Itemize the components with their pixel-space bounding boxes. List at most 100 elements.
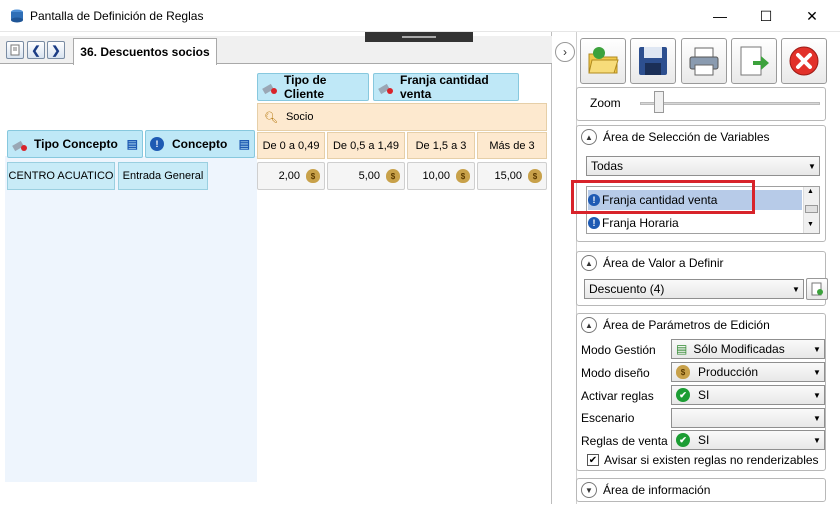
list-scrollbar[interactable]: ▲ ▼ xyxy=(803,187,819,233)
checkmark-icon: ✔ xyxy=(588,454,598,466)
close-screen-button[interactable] xyxy=(781,38,827,84)
escenario-select[interactable]: ▼ xyxy=(671,408,825,428)
tab-next-button[interactable]: ❯ xyxy=(47,41,65,59)
scroll-down-icon[interactable]: ▼ xyxy=(807,221,814,228)
money-bag-icon: $ xyxy=(456,169,470,183)
variable-icon xyxy=(262,79,278,95)
zoom-slider-track[interactable] xyxy=(640,102,820,105)
range-header[interactable]: De 1,5 a 3 xyxy=(407,132,475,159)
reglas-venta-select[interactable]: ✔ SI ▼ xyxy=(671,430,825,450)
variable-icon xyxy=(378,79,394,95)
row-cell-tipo-concepto[interactable]: CENTRO ACUATICO xyxy=(7,162,115,190)
range-header[interactable]: Más de 3 xyxy=(477,132,547,159)
document-list-icon xyxy=(10,44,20,56)
value-cell[interactable]: 15,00 $ xyxy=(477,162,547,190)
escenario-label: Escenario xyxy=(581,411,635,425)
new-document-icon xyxy=(811,282,823,296)
chevron-right-icon: › xyxy=(563,45,567,59)
column-header-tipo-cliente[interactable]: Tipo de Cliente xyxy=(257,73,369,101)
value-section-header[interactable]: ▲ Área de Valor a Definir xyxy=(577,252,825,274)
dropdown-arrow-icon: ▼ xyxy=(813,390,821,400)
avisar-checkbox[interactable]: ✔ xyxy=(587,454,599,466)
collapse-panel-button[interactable]: › xyxy=(555,42,575,62)
reglas-venta-label: Reglas de venta xyxy=(581,434,668,448)
chevron-down-icon: ▼ xyxy=(581,482,597,498)
range-header[interactable]: De 0,5 a 1,49 xyxy=(327,132,405,159)
window-title: Pantalla de Definición de Reglas xyxy=(30,9,204,23)
row-cell-concepto[interactable]: Entrada General xyxy=(118,162,208,190)
add-value-button[interactable] xyxy=(806,278,828,300)
scrollbar-thumb[interactable] xyxy=(805,205,818,213)
check-icon: ✔ xyxy=(676,388,690,402)
info-section-header[interactable]: ▼ Área de información xyxy=(577,479,825,501)
search-icon: 🔍︎ xyxy=(264,111,278,124)
open-folder-icon xyxy=(588,47,619,74)
value-cell[interactable]: 2,00 $ xyxy=(257,162,325,190)
row-header-area xyxy=(5,156,257,482)
money-bag-icon: $ xyxy=(528,169,542,183)
zoom-label: Zoom xyxy=(590,96,621,110)
row-header-concepto[interactable]: ! Concepto ▤ xyxy=(145,130,255,158)
list-item[interactable]: ! Franja Horaria xyxy=(588,213,802,233)
tab-list-button[interactable] xyxy=(6,41,24,59)
activar-reglas-label: Activar reglas xyxy=(581,389,654,403)
chevron-right-icon: ❯ xyxy=(51,44,61,57)
export-icon xyxy=(740,46,769,76)
tab-prev-button[interactable]: ❮ xyxy=(27,41,45,59)
books-icon: ▤ xyxy=(676,342,688,356)
info-section: ▼ Área de información xyxy=(576,478,826,502)
highlight-annotation xyxy=(571,180,755,214)
params-section-header[interactable]: ▲ Área de Parámetros de Edición xyxy=(577,314,825,336)
chevron-up-icon: ▲ xyxy=(581,255,597,271)
splitter-grip-lines xyxy=(402,36,436,38)
money-bag-icon: $ xyxy=(306,169,320,183)
app-icon xyxy=(9,8,25,24)
close-window-button[interactable]: ✕ xyxy=(789,0,835,32)
book-icon: ▤ xyxy=(126,137,138,151)
modo-diseno-select[interactable]: $ Producción ▼ xyxy=(671,362,825,382)
range-header[interactable]: De 0 a 0,49 xyxy=(257,132,325,159)
print-icon xyxy=(689,47,719,76)
zoom-slider-thumb[interactable] xyxy=(653,91,664,113)
open-button[interactable] xyxy=(580,38,626,84)
value-select[interactable]: Descuento (4) ▼ xyxy=(584,279,804,299)
activar-reglas-select[interactable]: ✔ SI ▼ xyxy=(671,385,825,405)
export-button[interactable] xyxy=(731,38,777,84)
info-icon: ! xyxy=(588,217,600,229)
info-icon: ! xyxy=(150,136,166,152)
variables-section-header[interactable]: ▲ Área de Selección de Variables xyxy=(577,126,825,148)
tab-descuentos-socios[interactable]: 36. Descuentos socios xyxy=(73,38,217,65)
modo-gestion-select[interactable]: ▤ Sólo Modificadas ▼ xyxy=(671,339,825,359)
value-cell[interactable]: 5,00 $ xyxy=(327,162,405,190)
dropdown-arrow-icon: ▼ xyxy=(792,284,800,294)
dropdown-arrow-icon: ▼ xyxy=(813,435,821,445)
minimize-button[interactable]: — xyxy=(697,0,743,32)
dropdown-arrow-icon: ▼ xyxy=(813,367,821,377)
variable-filter-select[interactable]: Todas ▼ xyxy=(586,156,820,176)
scroll-up-icon[interactable]: ▲ xyxy=(807,188,814,195)
money-bag-icon: $ xyxy=(386,169,400,183)
save-icon xyxy=(639,47,667,75)
chevron-up-icon: ▲ xyxy=(581,129,597,145)
maximize-button[interactable]: ☐ xyxy=(743,0,789,32)
value-cell[interactable]: 10,00 $ xyxy=(407,162,475,190)
modo-diseno-label: Modo diseño xyxy=(581,366,650,380)
money-bag-icon: $ xyxy=(676,365,690,379)
dropdown-arrow-icon: ▼ xyxy=(813,413,821,423)
check-icon: ✔ xyxy=(676,433,690,447)
chevron-up-icon: ▲ xyxy=(581,317,597,333)
row-header-tipo-concepto[interactable]: Tipo Concepto ▤ xyxy=(7,130,143,158)
avisar-checkbox-label: Avisar si existen reglas no renderizable… xyxy=(604,453,819,467)
close-icon xyxy=(789,46,819,76)
book-icon: ▤ xyxy=(238,137,250,151)
panel-collapse-strip xyxy=(553,32,577,504)
chevron-left-icon: ❮ xyxy=(31,44,41,57)
variable-icon xyxy=(12,136,28,152)
dropdown-arrow-icon: ▼ xyxy=(808,161,816,171)
dropdown-arrow-icon: ▼ xyxy=(813,344,821,354)
save-button[interactable] xyxy=(630,38,676,84)
modo-gestion-label: Modo Gestión xyxy=(581,343,656,357)
print-button[interactable] xyxy=(681,38,727,84)
column-header-franja-cantidad[interactable]: Franja cantidad venta xyxy=(373,73,519,101)
client-type-value-cell[interactable]: 🔍︎ Socio xyxy=(257,103,547,131)
